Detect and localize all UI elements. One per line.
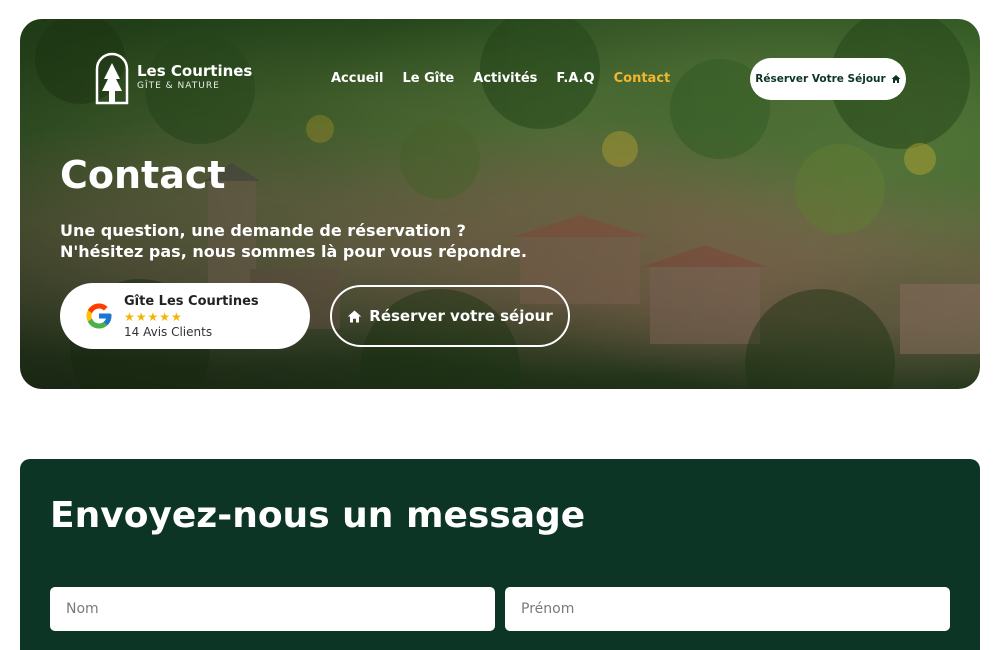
reserve-hero-button[interactable]: Réserver votre séjour xyxy=(330,285,570,347)
brand-logo[interactable]: Les Courtines GÎTE & NATURE xyxy=(93,49,252,105)
google-review-badge[interactable]: Gîte Les Courtines ★★★★★ 14 Avis Clients xyxy=(60,283,310,349)
home-icon xyxy=(891,75,901,83)
nom-field[interactable] xyxy=(50,587,495,631)
house-tree-logo xyxy=(95,52,129,105)
prenom-field[interactable] xyxy=(505,587,950,631)
review-count: 14 Avis Clients xyxy=(124,324,213,339)
reserve-hero-label: Réserver votre séjour xyxy=(369,307,553,325)
reserve-header-label: Réserver Votre Séjour xyxy=(755,73,886,85)
hero-subtitle-line2: N'hésitez pas, nous sommes là pour vous … xyxy=(60,242,527,261)
reserve-header-button[interactable]: Réserver Votre Séjour xyxy=(750,58,906,100)
nav-le-gite[interactable]: Le Gîte xyxy=(402,71,454,86)
contact-form-section: Envoyez-nous un message xyxy=(20,459,980,650)
brand-name: Les Courtines xyxy=(137,61,253,80)
google-icon xyxy=(86,303,112,329)
nav-activites[interactable]: Activités xyxy=(473,71,537,86)
review-business-name: Gîte Les Courtines xyxy=(124,293,259,309)
page-title: Contact xyxy=(60,153,226,197)
form-title: Envoyez-nous un message xyxy=(50,495,586,536)
brand-tagline: GÎTE & NATURE xyxy=(137,80,220,91)
hero-subtitle-line1: Une question, une demande de réservation… xyxy=(60,221,466,240)
nav-faq[interactable]: F.A.Q xyxy=(556,71,594,86)
home-icon xyxy=(348,310,362,322)
hero-subtitle: Une question, une demande de réservation… xyxy=(60,220,527,262)
star-rating: ★★★★★ xyxy=(124,309,183,324)
hero-banner: Les Courtines GÎTE & NATURE Accueil Le G… xyxy=(20,19,980,389)
main-nav: Accueil Le Gîte Activités F.A.Q Contact xyxy=(331,71,670,86)
nav-contact[interactable]: Contact xyxy=(614,71,671,86)
nav-accueil[interactable]: Accueil xyxy=(331,71,383,86)
